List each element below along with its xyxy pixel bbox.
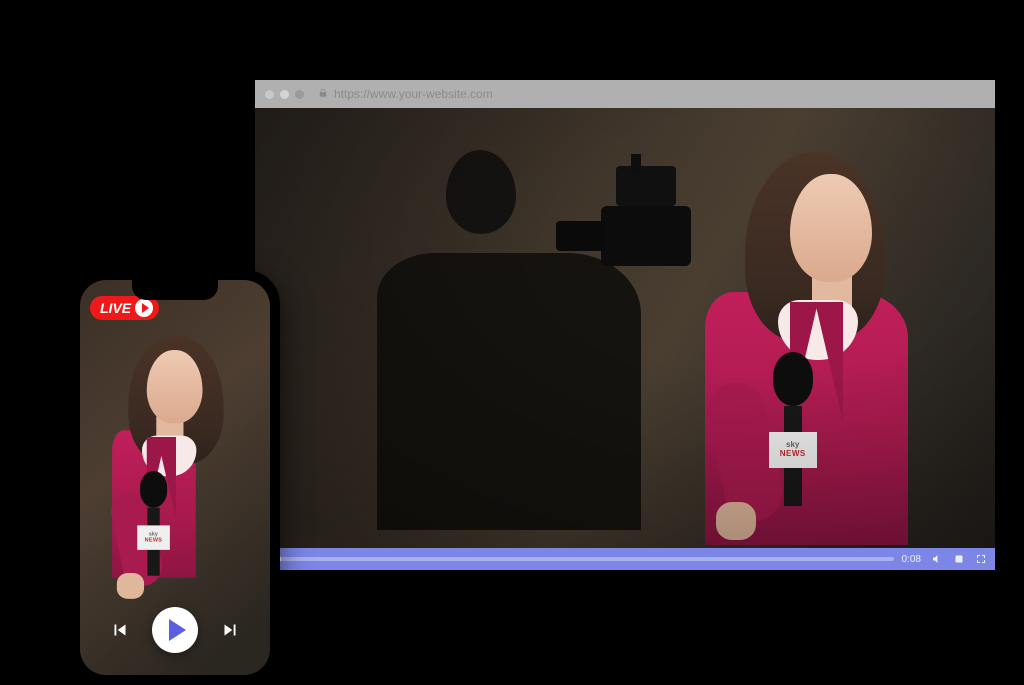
phone-microphone: sky NEWS: [140, 471, 167, 573]
url-bar[interactable]: https://www.your-website.com: [318, 87, 493, 101]
phone-mic-news-label: NEWS: [145, 538, 163, 544]
volume-icon[interactable]: [931, 553, 943, 565]
mic-brand: sky: [786, 441, 799, 450]
progress-track[interactable]: [263, 557, 894, 561]
browser-window: https://www.your-website.com: [255, 80, 995, 570]
window-close-dot[interactable]: [265, 90, 274, 99]
phone-screen: LIVE sky NEWS: [80, 280, 270, 675]
live-label: LIVE: [100, 300, 131, 316]
window-maximize-dot[interactable]: [295, 90, 304, 99]
camera-rig: [576, 166, 716, 286]
fullscreen-icon[interactable]: [975, 553, 987, 565]
reporter-figure: sky NEWS: [655, 152, 936, 548]
browser-video-content: sky NEWS: [255, 108, 995, 548]
phone-notch: [132, 280, 218, 300]
phone-device: LIVE sky NEWS: [70, 270, 280, 685]
play-button[interactable]: [152, 607, 198, 653]
play-icon: [169, 619, 186, 641]
elapsed-time: 0:08: [902, 554, 921, 565]
player-right-cluster: 0:08: [902, 553, 987, 565]
phone-mic-flag: sky NEWS: [138, 526, 171, 550]
url-text: https://www.your-website.com: [334, 87, 493, 101]
live-play-icon: [135, 299, 153, 317]
settings-icon[interactable]: [953, 553, 965, 565]
cameraman-figure: [359, 134, 670, 530]
mic-news-label: NEWS: [780, 450, 806, 459]
phone-player-controls: [80, 607, 270, 653]
previous-track-button[interactable]: [108, 618, 132, 642]
next-track-button[interactable]: [218, 618, 242, 642]
lock-icon: [318, 87, 328, 101]
video-player-bar: 0:08: [255, 548, 995, 570]
phone-reporter-figure: sky NEWS: [91, 335, 207, 566]
mic-flag: sky NEWS: [769, 432, 817, 468]
window-minimize-dot[interactable]: [280, 90, 289, 99]
microphone: sky NEWS: [773, 352, 813, 502]
browser-titlebar: https://www.your-website.com: [255, 80, 995, 108]
